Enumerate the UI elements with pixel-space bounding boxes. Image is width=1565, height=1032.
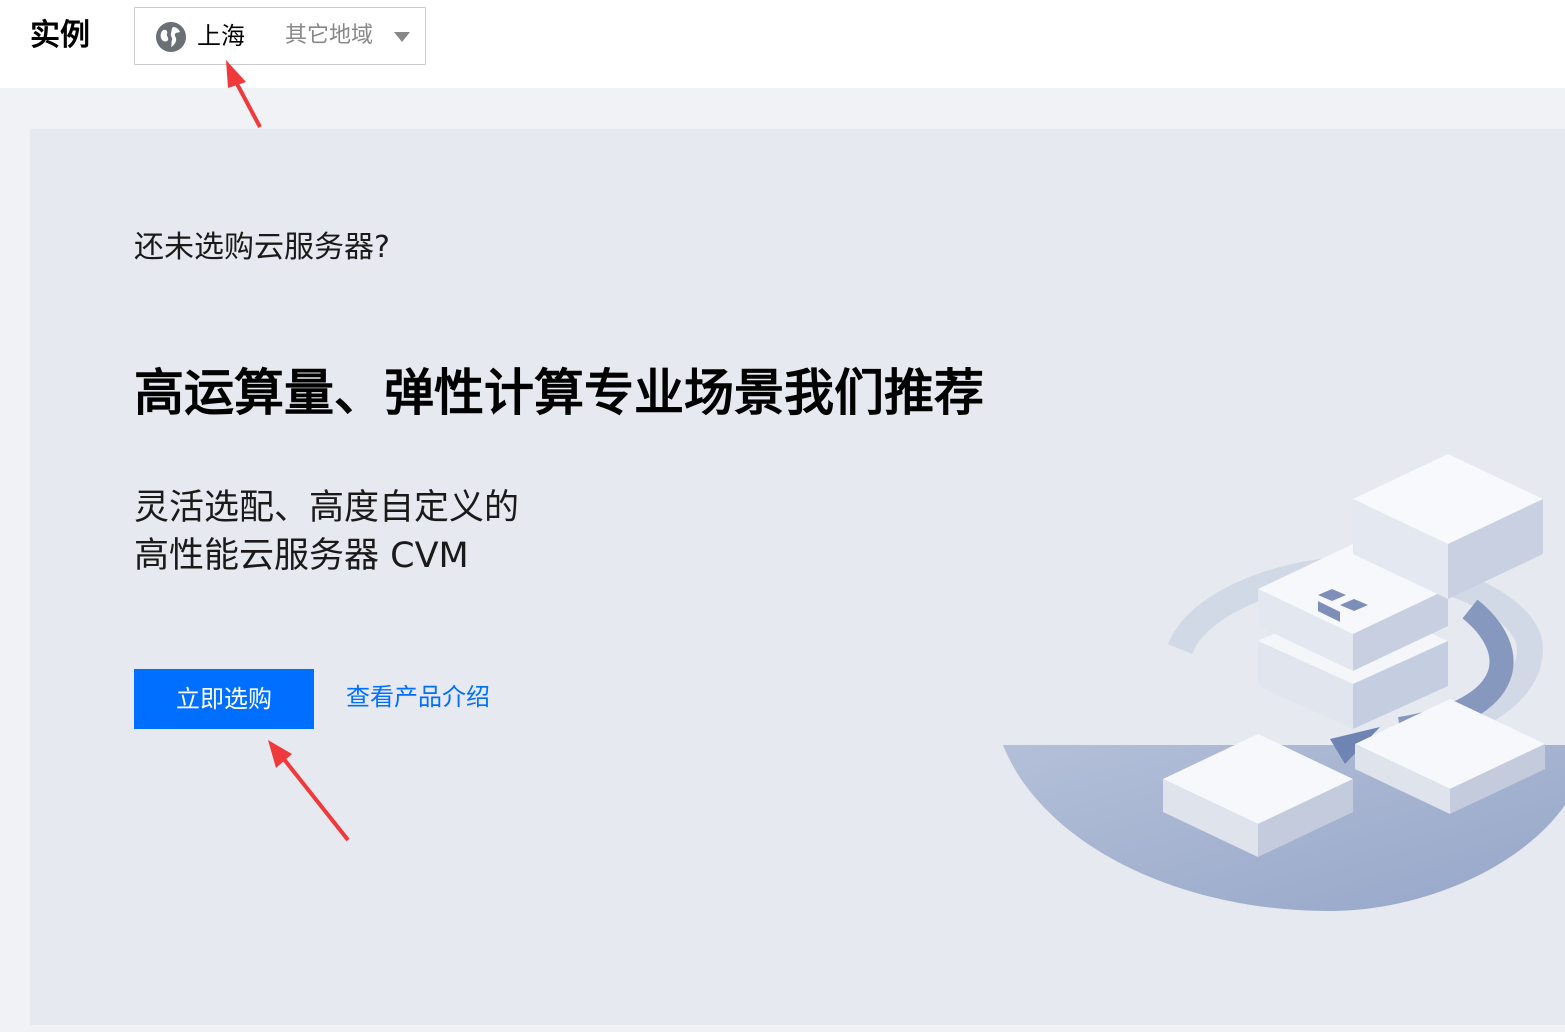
buy-now-button[interactable]: 立即选购 [134, 669, 314, 729]
product-intro-link[interactable]: 查看产品介绍 [346, 681, 490, 713]
other-regions-label[interactable]: 其它地域 [285, 20, 373, 52]
empty-state-description: 灵活选配、高度自定义的 高性能云服务器 CVM [134, 484, 519, 580]
empty-state-panel: 还未选购云服务器? 高运算量、弹性计算专业场景我们推荐 灵活选配、高度自定义的 … [30, 129, 1565, 1025]
chevron-down-icon[interactable] [394, 32, 410, 42]
description-line-2: 高性能云服务器 CVM [134, 536, 469, 576]
globe-icon [156, 22, 186, 52]
empty-state-headline: 高运算量、弹性计算专业场景我们推荐 [134, 364, 984, 422]
top-bar: 实例 上海 其它地域 [0, 0, 1565, 88]
empty-state-question: 还未选购云服务器? [134, 230, 390, 265]
region-current-label: 上海 [197, 22, 245, 50]
server-cubes-illustration [1003, 454, 1565, 911]
page-title: 实例 [30, 18, 90, 53]
description-line-1: 灵活选配、高度自定义的 [134, 488, 520, 528]
region-selector[interactable]: 上海 其它地域 [134, 7, 426, 65]
